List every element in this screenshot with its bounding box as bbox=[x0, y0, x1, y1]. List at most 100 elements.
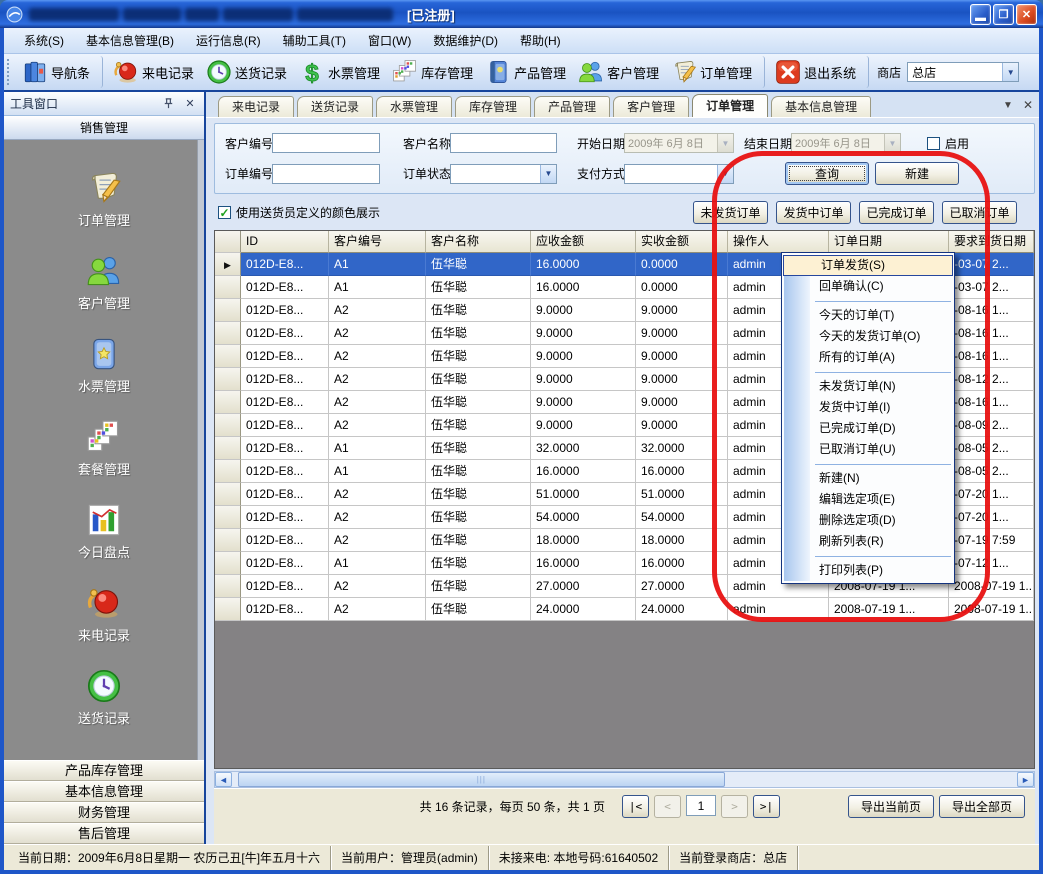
column-header[interactable]: ID bbox=[241, 231, 329, 253]
query-button[interactable]: 查询 bbox=[785, 162, 869, 185]
order-status-select[interactable]: ▼ bbox=[450, 164, 557, 184]
scrollbar-track[interactable]: ||| bbox=[232, 772, 1017, 787]
row-selector[interactable] bbox=[215, 253, 241, 276]
toolbar-button[interactable]: 导航条 bbox=[16, 56, 103, 88]
sidebar-item[interactable]: 套餐管理 bbox=[78, 419, 130, 478]
sidebar-item[interactable]: 水票管理 bbox=[78, 336, 130, 395]
toolbar-grip[interactable] bbox=[7, 59, 13, 85]
last-page-button[interactable]: >| bbox=[753, 795, 780, 818]
tab[interactable]: 客户管理 bbox=[613, 96, 689, 117]
menu-item[interactable]: 基本信息管理(B) bbox=[76, 29, 184, 52]
sidebar-panel[interactable]: 售后管理 bbox=[4, 823, 204, 844]
minimize-button[interactable]: ▬ bbox=[970, 4, 991, 25]
pushpin-icon[interactable] bbox=[160, 96, 176, 112]
sidebar-panel[interactable]: 产品库存管理 bbox=[4, 760, 204, 781]
row-selector[interactable] bbox=[215, 276, 241, 299]
context-menu-item[interactable] bbox=[782, 297, 954, 305]
sidebar-item[interactable]: 今日盘点 bbox=[78, 502, 130, 561]
page-number-input[interactable] bbox=[686, 795, 716, 816]
context-menu-item[interactable]: 今天的订单(T) bbox=[782, 305, 954, 326]
tab[interactable]: 库存管理 bbox=[455, 96, 531, 117]
sidebar-panel[interactable]: 财务管理 bbox=[4, 802, 204, 823]
new-button[interactable]: 新建 bbox=[875, 162, 959, 185]
menu-item[interactable]: 窗口(W) bbox=[358, 29, 421, 52]
row-selector[interactable] bbox=[215, 460, 241, 483]
context-menu-item[interactable]: 已取消订单(U) bbox=[782, 439, 954, 460]
close-button[interactable]: ✕ bbox=[1016, 4, 1037, 25]
chevron-down-icon[interactable]: ▼ bbox=[1002, 63, 1018, 81]
column-header[interactable]: 实收金额 bbox=[636, 231, 728, 253]
chevron-down-icon[interactable]: ▼ bbox=[717, 165, 733, 183]
toolbar-button[interactable]: 送货记录 bbox=[200, 56, 293, 88]
row-selector[interactable] bbox=[215, 437, 241, 460]
row-selector[interactable] bbox=[215, 529, 241, 552]
chevron-down-icon[interactable]: ▼ bbox=[540, 165, 556, 183]
context-menu-item[interactable] bbox=[782, 460, 954, 468]
sidebar-item[interactable]: 客户管理 bbox=[78, 253, 130, 312]
context-menu-item[interactable]: 新建(N) bbox=[782, 468, 954, 489]
tab[interactable]: 产品管理 bbox=[534, 96, 610, 117]
context-menu-item[interactable]: 订单发货(S) bbox=[783, 255, 953, 276]
menu-item[interactable]: 数据维护(D) bbox=[423, 29, 508, 52]
color-display-checkbox[interactable] bbox=[218, 206, 231, 219]
row-selector[interactable] bbox=[215, 598, 241, 621]
toolbar-button[interactable]: 产品管理 bbox=[479, 56, 572, 88]
shop-select[interactable]: 总店 ▼ bbox=[907, 62, 1019, 82]
toolbar-button[interactable]: 客户管理 bbox=[572, 56, 665, 88]
order-status-filter-button[interactable]: 未发货订单 bbox=[693, 201, 768, 224]
column-header[interactable]: 要求到货日期 bbox=[949, 231, 1034, 253]
tab[interactable]: 来电记录 bbox=[218, 96, 294, 117]
menu-item[interactable]: 帮助(H) bbox=[510, 29, 571, 52]
context-menu-item[interactable]: 所有的订单(A) bbox=[782, 347, 954, 368]
column-header[interactable]: 客户编号 bbox=[329, 231, 426, 253]
tab[interactable]: 水票管理 bbox=[376, 96, 452, 117]
prev-page-button[interactable]: < bbox=[654, 795, 681, 818]
tab[interactable]: 基本信息管理 bbox=[771, 96, 871, 117]
order-status-filter-button[interactable]: 已完成订单 bbox=[859, 201, 934, 224]
menu-item[interactable]: 运行信息(R) bbox=[186, 29, 271, 52]
row-selector[interactable] bbox=[215, 552, 241, 575]
context-menu-item[interactable]: 今天的发货订单(O) bbox=[782, 326, 954, 347]
customer-no-input[interactable] bbox=[272, 133, 380, 153]
context-menu-item[interactable]: 编辑选定项(E) bbox=[782, 489, 954, 510]
order-status-filter-button[interactable]: 发货中订单 bbox=[776, 201, 851, 224]
context-menu-item[interactable] bbox=[782, 368, 954, 376]
row-selector[interactable] bbox=[215, 299, 241, 322]
maximize-button[interactable]: ❐ bbox=[993, 4, 1014, 25]
export-current-page-button[interactable]: 导出当前页 bbox=[848, 795, 934, 818]
column-header[interactable]: 订单日期 bbox=[829, 231, 949, 253]
row-selector[interactable] bbox=[215, 368, 241, 391]
toolbar-button[interactable]: 退出系统 bbox=[769, 56, 869, 88]
sidebar-panel[interactable]: 基本信息管理 bbox=[4, 781, 204, 802]
table-row[interactable]: 012D-E8... A2 伍华聪 24.0000 24.0000 admin … bbox=[215, 598, 1034, 621]
title-bar[interactable]: [已注册] ▬ ❐ ✕ bbox=[0, 0, 1043, 28]
horizontal-scrollbar[interactable]: ◄ ||| ► bbox=[214, 771, 1035, 788]
row-selector[interactable] bbox=[215, 391, 241, 414]
scrollbar-thumb[interactable]: ||| bbox=[238, 772, 725, 787]
tab[interactable]: 订单管理 bbox=[692, 94, 768, 117]
chevron-down-icon[interactable]: ▼ bbox=[1003, 100, 1013, 111]
row-selector[interactable] bbox=[215, 506, 241, 529]
close-icon[interactable]: ✕ bbox=[1023, 98, 1033, 112]
column-header[interactable]: 客户名称 bbox=[426, 231, 531, 253]
order-status-filter-button[interactable]: 已取消订单 bbox=[942, 201, 1017, 224]
enable-checkbox[interactable] bbox=[927, 137, 940, 150]
first-page-button[interactable]: |< bbox=[622, 795, 649, 818]
row-selector[interactable] bbox=[215, 575, 241, 598]
sidebar-item[interactable]: 送货记录 bbox=[78, 668, 130, 727]
toolbar-button[interactable]: 来电记录 bbox=[107, 56, 200, 88]
menu-item[interactable]: 辅助工具(T) bbox=[273, 29, 356, 52]
context-menu-item[interactable]: 回单确认(C) bbox=[782, 276, 954, 297]
next-page-button[interactable]: > bbox=[721, 795, 748, 818]
scroll-right-icon[interactable]: ► bbox=[1017, 772, 1034, 787]
row-selector[interactable] bbox=[215, 345, 241, 368]
sidebar-item[interactable]: 来电记录 bbox=[78, 585, 130, 644]
customer-name-input[interactable] bbox=[450, 133, 557, 153]
scroll-left-icon[interactable]: ◄ bbox=[215, 772, 232, 787]
export-all-pages-button[interactable]: 导出全部页 bbox=[939, 795, 1025, 818]
column-header[interactable]: 操作人 bbox=[728, 231, 829, 253]
pay-method-select[interactable]: ▼ bbox=[624, 164, 734, 184]
context-menu-item[interactable]: 打印列表(P) bbox=[782, 560, 954, 581]
row-selector[interactable] bbox=[215, 322, 241, 345]
context-menu-item[interactable]: 未发货订单(N) bbox=[782, 376, 954, 397]
